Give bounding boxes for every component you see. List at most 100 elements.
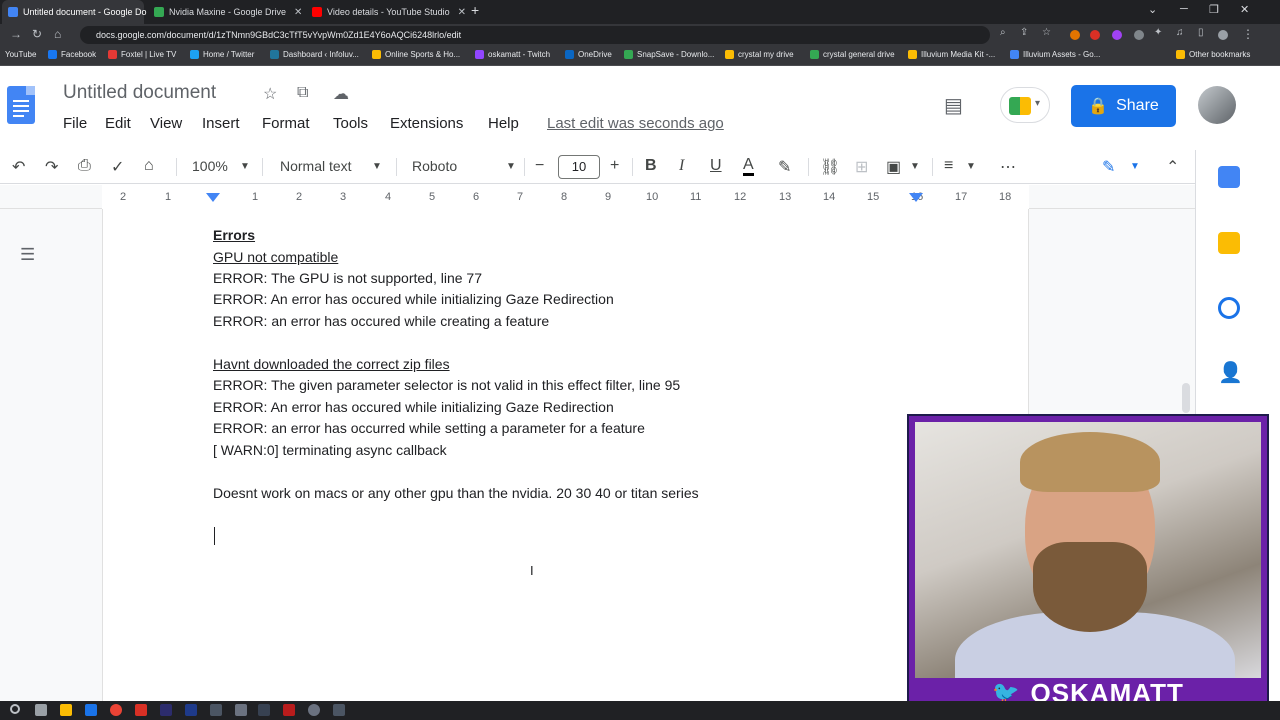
zoom-icon[interactable]: ⌕ bbox=[1000, 27, 1006, 38]
bold-icon[interactable]: B bbox=[645, 157, 657, 175]
undo-icon[interactable]: ↶ bbox=[12, 157, 25, 177]
section-title[interactable]: Havnt downloaded the correct zip files bbox=[213, 355, 450, 373]
search-icon[interactable] bbox=[10, 704, 20, 714]
last-edit-link[interactable]: Last edit was seconds ago bbox=[547, 115, 724, 132]
meet-button[interactable]: ▾ bbox=[1000, 87, 1050, 123]
print-icon[interactable]: ⎙ bbox=[78, 157, 91, 175]
more-icon[interactable]: ⋯ bbox=[1000, 157, 1016, 177]
bookmark-snapsave[interactable]: SnapSave - Downlo... bbox=[624, 50, 714, 59]
close-icon[interactable]: ✕ bbox=[286, 7, 302, 18]
url-input[interactable]: docs.google.com/document/d/1zTNmn9GBdC3c… bbox=[80, 26, 990, 44]
star-icon[interactable]: ☆ bbox=[263, 84, 277, 104]
profile-icon[interactable] bbox=[1218, 30, 1228, 40]
menu-tools[interactable]: Tools bbox=[333, 115, 368, 132]
style-select[interactable]: Normal text bbox=[280, 158, 352, 174]
zoom-select[interactable]: 100% bbox=[192, 158, 228, 174]
app-icon[interactable] bbox=[185, 704, 197, 716]
tasks-icon[interactable] bbox=[1218, 297, 1240, 319]
chevron-down-icon[interactable]: ▼ bbox=[506, 161, 516, 172]
extension-icon[interactable] bbox=[1090, 30, 1100, 40]
chevron-down-icon[interactable]: ▼ bbox=[910, 161, 920, 172]
align-icon[interactable]: ≡ bbox=[944, 157, 953, 175]
app-icon[interactable] bbox=[235, 704, 247, 716]
doc-line[interactable]: ERROR: an error has occurred while setti… bbox=[213, 419, 645, 437]
bookmark-other[interactable]: Other bookmarks bbox=[1176, 50, 1250, 59]
task-view-icon[interactable] bbox=[35, 704, 47, 716]
text-color-icon[interactable]: A bbox=[743, 157, 754, 176]
menu-view[interactable]: View bbox=[150, 115, 182, 132]
file-explorer-icon[interactable] bbox=[60, 704, 72, 716]
share-button[interactable]: 🔒 Share bbox=[1071, 85, 1176, 127]
settings-icon[interactable] bbox=[308, 704, 320, 716]
reload-icon[interactable]: ↻ bbox=[32, 27, 42, 41]
highlight-icon[interactable]: ✎ bbox=[778, 157, 791, 177]
menu-edit[interactable]: Edit bbox=[105, 115, 131, 132]
sidebar-icon[interactable]: ▯ bbox=[1198, 27, 1204, 38]
tab-drive[interactable]: Nvidia Maxine - Google Drive ✕ bbox=[148, 0, 302, 24]
editing-mode-icon[interactable]: ✎ bbox=[1102, 157, 1115, 177]
bookmark-crystal-my-drive[interactable]: crystal my drive bbox=[725, 50, 794, 59]
comments-icon[interactable]: ▤ bbox=[944, 93, 963, 118]
bookmark-foxtel[interactable]: Foxtel | Live TV bbox=[108, 50, 176, 59]
app-icon[interactable] bbox=[135, 704, 147, 716]
italic-icon[interactable]: I bbox=[679, 157, 684, 175]
underline-icon[interactable]: U bbox=[710, 157, 722, 175]
chevron-down-icon[interactable]: ▼ bbox=[966, 161, 976, 172]
ruler[interactable] bbox=[0, 185, 1195, 209]
document-title[interactable]: Untitled document bbox=[63, 82, 216, 104]
puzzle-icon[interactable]: ✦ bbox=[1154, 27, 1162, 38]
link-icon[interactable]: ⛓ bbox=[820, 157, 840, 177]
app-icon[interactable] bbox=[283, 704, 295, 716]
doc-line[interactable]: Doesnt work on macs or any other gpu tha… bbox=[213, 484, 699, 502]
chevron-up-icon[interactable]: ⌃ bbox=[1166, 157, 1179, 177]
doc-line[interactable]: ERROR: The GPU is not supported, line 77 bbox=[213, 269, 482, 287]
outline-icon[interactable]: ☰ bbox=[20, 245, 35, 265]
app-icon[interactable] bbox=[160, 704, 172, 716]
image-icon[interactable]: ▣ bbox=[886, 157, 901, 177]
tab-youtube-studio[interactable]: Video details - YouTube Studio ✕ bbox=[306, 0, 466, 24]
menu-extensions[interactable]: Extensions bbox=[390, 115, 463, 132]
tab-docs[interactable]: Untitled document - Google Do ✕ bbox=[2, 0, 163, 24]
obs-icon[interactable] bbox=[258, 704, 270, 716]
kebab-menu-icon[interactable]: ⋮ bbox=[1242, 27, 1254, 41]
doc-heading[interactable]: Errors bbox=[213, 226, 255, 244]
right-indent-marker-icon[interactable] bbox=[909, 193, 923, 202]
redo-icon[interactable]: ↷ bbox=[45, 157, 58, 177]
bookmark-twitter[interactable]: Home / Twitter bbox=[190, 50, 254, 59]
chevron-down-icon[interactable]: ▼ bbox=[1130, 161, 1140, 172]
share-page-icon[interactable]: ⇪ bbox=[1020, 27, 1028, 38]
scrollbar-thumb[interactable] bbox=[1182, 383, 1190, 413]
contacts-icon[interactable]: 👤 bbox=[1218, 362, 1243, 384]
bookmark-twitch[interactable]: oskamatt - Twitch bbox=[475, 50, 550, 59]
section-title[interactable]: GPU not compatible bbox=[213, 248, 338, 266]
doc-line[interactable]: ERROR: an error has occured while creati… bbox=[213, 312, 549, 330]
increase-font-icon[interactable]: + bbox=[610, 157, 619, 175]
menu-file[interactable]: File bbox=[63, 115, 87, 132]
extension-icon[interactable] bbox=[1134, 30, 1144, 40]
close-window-icon[interactable]: ✕ bbox=[1240, 3, 1249, 16]
chrome-icon[interactable] bbox=[110, 704, 122, 716]
chevron-down-icon[interactable]: ▼ bbox=[372, 161, 382, 172]
cloud-status-icon[interactable]: ☁ bbox=[333, 84, 349, 104]
new-tab-icon[interactable]: + bbox=[471, 2, 479, 18]
bookmark-illuvium-assets[interactable]: Illuvium Assets - Go... bbox=[1010, 50, 1100, 59]
star-icon[interactable]: ☆ bbox=[1042, 27, 1051, 38]
home-icon[interactable]: ⌂ bbox=[54, 27, 61, 41]
calendar-icon[interactable] bbox=[1218, 166, 1240, 188]
font-size-input[interactable]: 10 bbox=[558, 155, 600, 179]
bookmark-illuvium-media-kit[interactable]: Illuvium Media Kit -... bbox=[908, 50, 995, 59]
bookmark-dashboard[interactable]: Dashboard ‹ Infoluv... bbox=[270, 50, 359, 59]
app-icon[interactable] bbox=[333, 704, 345, 716]
keep-icon[interactable] bbox=[1218, 232, 1240, 254]
chevron-down-icon[interactable]: ▼ bbox=[240, 161, 250, 172]
decrease-font-icon[interactable]: − bbox=[535, 157, 544, 175]
app-icon[interactable] bbox=[210, 704, 222, 716]
music-icon[interactable]: ♫ bbox=[1176, 27, 1184, 38]
menu-insert[interactable]: Insert bbox=[202, 115, 240, 132]
spellcheck-icon[interactable]: ✓ bbox=[111, 157, 124, 177]
chevron-down-icon[interactable]: ⌄ bbox=[1148, 3, 1157, 16]
restore-icon[interactable]: ❐ bbox=[1209, 3, 1219, 16]
indent-marker-icon[interactable] bbox=[206, 193, 220, 202]
bookmark-onedrive[interactable]: OneDrive bbox=[565, 50, 612, 59]
back-icon[interactable]: → bbox=[10, 27, 22, 41]
